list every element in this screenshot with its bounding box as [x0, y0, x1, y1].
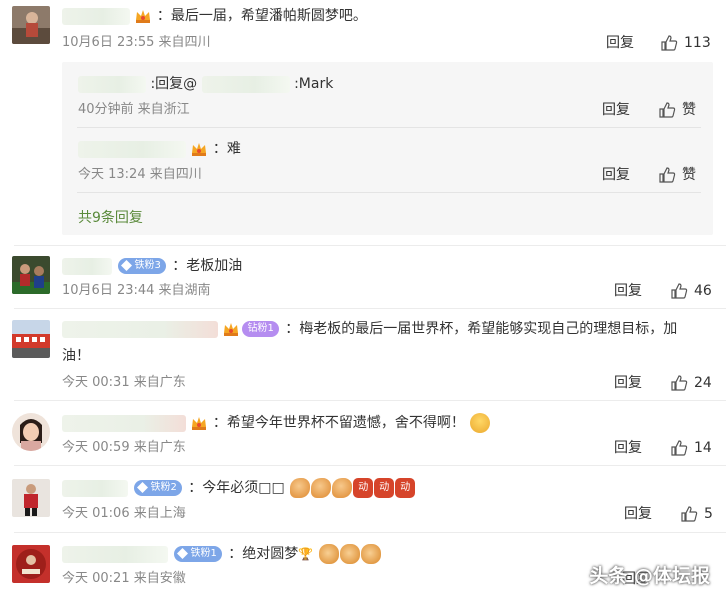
reply-meta: 40分钟前 来自浙江 — [78, 102, 190, 117]
comment-meta: 今天 00:59 来自广东 — [62, 440, 186, 455]
blurred-username[interactable] — [78, 75, 146, 93]
more-replies-link[interactable]: 共9条回复 — [78, 207, 143, 227]
muscle-emoji-icon — [311, 478, 332, 498]
comment-meta: 今天 01:06 来自上海 — [62, 506, 186, 521]
fan-badge: 铁粉2 — [134, 480, 182, 496]
reply-button[interactable]: 回复 — [602, 166, 630, 184]
watermark: 头条 @体坛报 — [589, 565, 710, 587]
blurred-username[interactable] — [62, 479, 128, 497]
blurred-username[interactable] — [78, 140, 186, 158]
fan-badge-label: 铁粉1 — [190, 548, 217, 559]
comment-text: ：今年必须□□ — [188, 480, 285, 496]
thumbs-up-icon — [671, 375, 688, 391]
reply-button[interactable]: 回复 — [602, 101, 630, 119]
fist-emoji-icon — [318, 544, 339, 564]
avatar[interactable] — [12, 479, 50, 517]
thumbs-up-icon — [671, 440, 688, 456]
fan-badge: 铁粉3 — [118, 258, 166, 274]
like-button[interactable]: 24 — [670, 374, 712, 392]
reply-button[interactable]: 回复 — [606, 34, 634, 52]
fan-badge: 钻粉1 — [242, 321, 279, 337]
fighting-emoji-icon: 动 — [374, 478, 395, 498]
avatar[interactable] — [12, 6, 50, 44]
comment-text: ：老板加油 — [172, 258, 243, 274]
avatar[interactable] — [12, 256, 50, 294]
comment-text: ：绝对圆梦 — [228, 546, 299, 562]
thumbs-up-icon — [681, 506, 698, 522]
comment-meta: 今天 00:21 来自安徽 — [62, 571, 186, 586]
blurred-username[interactable] — [62, 257, 112, 275]
reply-meta: 今天 13:24 来自四川 — [78, 167, 202, 182]
avatar[interactable] — [12, 413, 50, 451]
reply-button[interactable]: 回复 — [614, 439, 642, 457]
fist-emoji-icon — [360, 544, 381, 564]
blurred-username[interactable] — [62, 545, 168, 563]
muscle-emoji-icon — [332, 478, 353, 498]
blurred-username[interactable] — [62, 414, 186, 432]
like-button[interactable]: 46 — [670, 282, 712, 300]
reply-text: ：难 — [212, 141, 241, 157]
crown-icon — [224, 323, 239, 336]
blurred-mention[interactable] — [201, 75, 290, 93]
like-button[interactable]: 赞 — [658, 166, 696, 184]
divider — [14, 308, 726, 309]
like-count: 46 — [694, 283, 712, 299]
comment-text: ：希望今年世界杯不留遗憾，舍不得啊！ — [212, 415, 465, 431]
fighting-emoji-icon: 动 — [395, 478, 416, 498]
like-count: 5 — [704, 506, 713, 522]
reply-button[interactable]: 回复 — [614, 282, 642, 300]
divider — [77, 192, 701, 193]
reply-button[interactable]: 回复 — [614, 374, 642, 392]
comment-meta: 10月6日 23:44 来自湖南 — [62, 283, 211, 298]
diamond-icon — [177, 548, 189, 559]
muscle-emoji-icon — [290, 478, 311, 498]
like-count: 113 — [684, 35, 711, 51]
crown-icon — [136, 10, 151, 23]
like-button[interactable]: 5 — [680, 505, 713, 523]
like-button[interactable]: 赞 — [658, 101, 696, 119]
divider — [14, 465, 726, 466]
diamond-icon — [121, 260, 133, 271]
blurred-username[interactable] — [62, 7, 130, 25]
thumbs-up-icon — [671, 283, 688, 299]
fan-badge: 铁粉1 — [174, 546, 222, 562]
divider — [77, 127, 701, 128]
avatar[interactable] — [12, 320, 50, 358]
fighting-emoji-icon: 动 — [353, 478, 374, 498]
divider — [14, 400, 726, 401]
trophy-icon: 🏆 — [298, 547, 314, 561]
reply-button[interactable]: 回复 — [624, 505, 652, 523]
fan-badge-label: 铁粉2 — [150, 482, 177, 493]
like-button[interactable]: 14 — [670, 439, 712, 457]
divider — [14, 532, 726, 533]
thumbs-up-icon — [661, 35, 678, 51]
crown-icon — [192, 143, 207, 156]
mention-suffix: :Mark — [294, 76, 334, 92]
like-count: 24 — [694, 375, 712, 391]
reply-text: :回复@ — [150, 76, 198, 92]
like-count: 14 — [694, 440, 712, 456]
comment-text: ：最后一届，希望潘帕斯圆梦吧。 — [156, 8, 367, 24]
comment-meta: 10月6日 23:55 来自四川 — [62, 35, 211, 50]
thumbs-up-icon — [659, 167, 676, 183]
crying-emoji-icon — [470, 413, 491, 433]
avatar[interactable] — [12, 545, 50, 583]
crown-icon — [192, 417, 207, 430]
thumbs-up-icon — [659, 102, 676, 118]
like-button[interactable]: 113 — [660, 34, 711, 52]
fan-badge-label: 钻粉1 — [247, 323, 274, 334]
comment-text: ：梅老板的最后一届世界杯，希望能够实现自己的理想目标，加 — [285, 321, 678, 337]
like-label: 赞 — [682, 102, 696, 118]
divider — [14, 245, 726, 246]
comment-meta: 今天 00:31 来自广东 — [62, 375, 186, 390]
like-label: 赞 — [682, 167, 696, 183]
fan-badge-label: 铁粉3 — [134, 260, 161, 271]
diamond-icon — [137, 482, 149, 493]
comment-text-continued: 油！ — [62, 348, 90, 364]
blurred-username[interactable] — [62, 320, 218, 338]
fist-emoji-icon — [339, 544, 360, 564]
